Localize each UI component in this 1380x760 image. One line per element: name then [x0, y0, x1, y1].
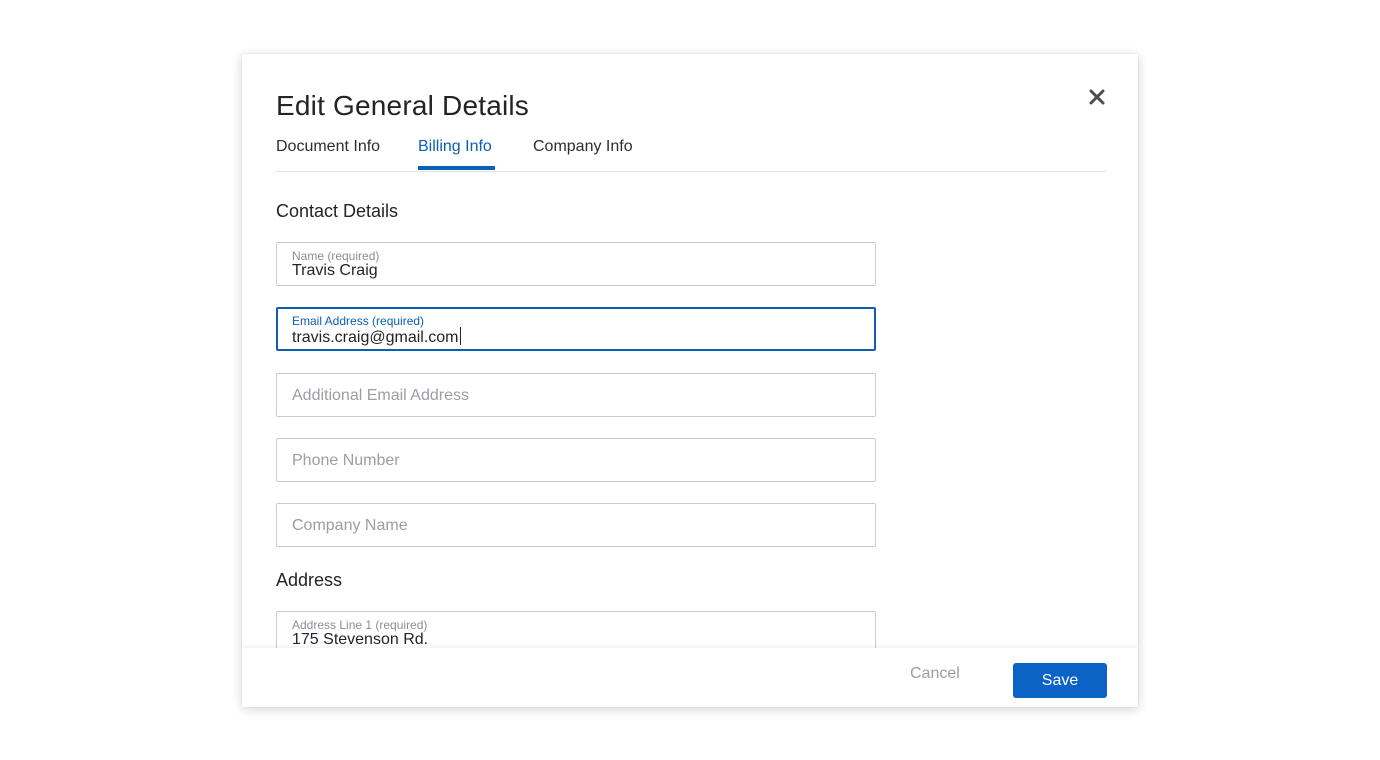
active-tab-indicator — [418, 166, 495, 170]
phone-number-placeholder: Phone Number — [292, 452, 400, 469]
tab-company-info[interactable]: Company Info — [533, 138, 633, 156]
email-field[interactable]: Email Address (required) travis.craig@gm… — [276, 307, 876, 351]
company-name-field[interactable]: Company Name — [276, 503, 876, 547]
additional-email-field[interactable]: Additional Email Address — [276, 373, 876, 417]
close-button[interactable] — [1084, 84, 1110, 110]
tab-document-info[interactable]: Document Info — [276, 138, 380, 156]
phone-number-field[interactable]: Phone Number — [276, 438, 876, 482]
company-name-placeholder: Company Name — [292, 517, 408, 534]
dialog-title: Edit General Details — [276, 90, 530, 121]
name-field-label: Name (required) — [292, 249, 380, 263]
address-heading: Address — [276, 570, 343, 590]
email-field-label: Email Address (required) — [292, 314, 425, 328]
name-field-value: Travis Craig — [292, 262, 378, 279]
cancel-button[interactable]: Cancel — [910, 665, 960, 683]
email-field-value-wrap: travis.craig@gmail.com — [292, 327, 461, 347]
text-caret — [459, 327, 461, 345]
email-field-value: travis.craig@gmail.com — [292, 329, 459, 346]
tab-bar: Document Info Billing Info Company Info — [276, 132, 1107, 172]
close-icon — [1089, 89, 1105, 105]
tab-billing-info[interactable]: Billing Info — [418, 138, 492, 156]
form-scroll-area[interactable]: Contact Details Name (required) Travis C… — [242, 172, 1138, 648]
additional-email-placeholder: Additional Email Address — [292, 387, 469, 404]
address-line1-label: Address Line 1 (required) — [292, 618, 428, 632]
name-field[interactable]: Name (required) Travis Craig — [276, 242, 876, 286]
contact-details-heading: Contact Details — [276, 201, 399, 221]
edit-general-details-dialog: Edit General Details Document Info Billi… — [242, 54, 1138, 707]
address-line1-field[interactable]: Address Line 1 (required) 175 Stevenson … — [276, 611, 876, 648]
address-line1-value: 175 Stevenson Rd. — [292, 631, 429, 648]
dialog-footer: Cancel Save — [242, 648, 1138, 707]
save-button[interactable]: Save — [1013, 663, 1107, 698]
